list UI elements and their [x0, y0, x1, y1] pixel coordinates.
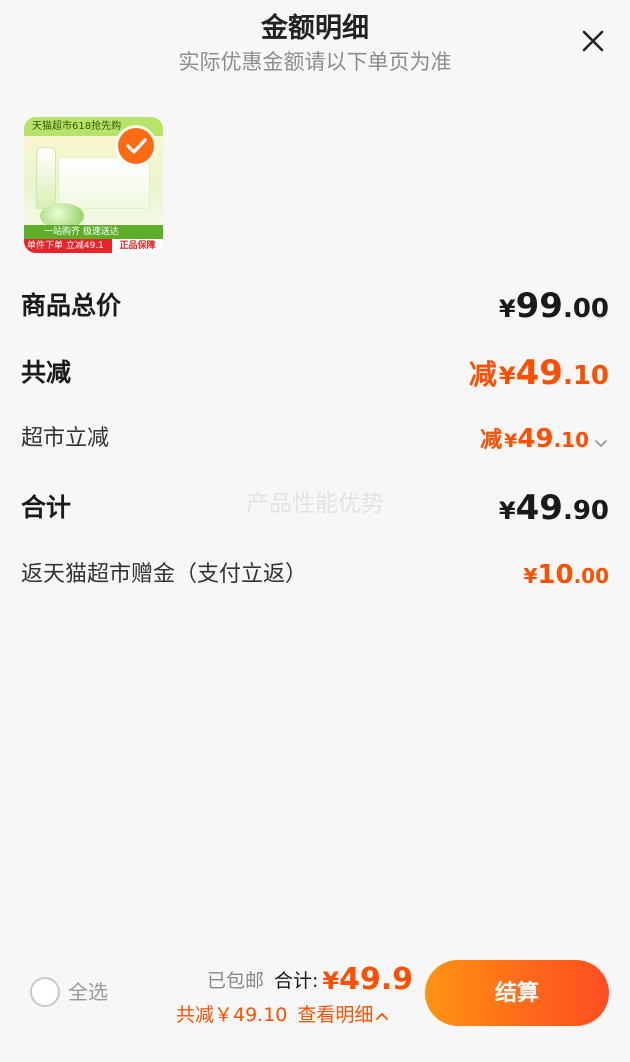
product-bottle-image [36, 147, 56, 209]
view-detail-link[interactable]: 查看明细 [297, 1000, 389, 1027]
sheet-title: 金额明细 [261, 13, 369, 44]
thumb-authentic-badge: 正品保障 [112, 239, 163, 253]
sheet-subtitle: 实际优惠金额请以下单页为准 [178, 50, 452, 74]
amount-integer: 10 [537, 560, 574, 590]
price-row-supermarket-discount[interactable]: 超市立减 减 ¥49.10 [21, 419, 609, 459]
close-button[interactable] [576, 24, 610, 58]
row-label: 返天猫超市赠金（支付立返） [21, 562, 308, 587]
row-amount: ¥49.90 [499, 488, 609, 534]
amount-integer: 49 [515, 353, 563, 393]
amount-integer: 99 [515, 286, 563, 326]
currency-symbol: ¥ [498, 497, 516, 525]
discount-prefix: 减 [468, 358, 497, 391]
select-all-label: 全选 [68, 980, 108, 1004]
view-detail-label: 查看明细 [297, 1004, 374, 1026]
row-amount: 减¥49.10 [469, 353, 609, 399]
row-label: 商品总价 [21, 291, 122, 320]
amount-decimal: .10 [562, 361, 609, 391]
discount-text: 共减￥49.10 [176, 1004, 288, 1026]
currency-symbol: ¥ [523, 564, 538, 588]
price-row-subtotal: 合计 ¥49.90 [21, 488, 609, 528]
close-icon [582, 30, 604, 52]
discount-summary: 共减￥49.10 查看明细 [176, 1000, 389, 1026]
chevron-down-icon[interactable] [593, 435, 609, 451]
thumb-promo: 单件下单 立减49.1元 [24, 239, 112, 253]
row-amount: 减¥49.10 [480, 419, 609, 462]
total-label: 合计: [274, 970, 319, 992]
row-amount: ¥10.00 [523, 555, 609, 598]
price-row-total-discount: 共减 减¥49.10 [21, 353, 609, 393]
chevron-up-icon [376, 1012, 389, 1020]
price-row-cashback: 返天猫超市赠金（支付立返） ¥10.00 [21, 555, 609, 595]
free-shipping-label: 已包邮 [207, 970, 265, 992]
row-label: 合计 [21, 493, 72, 522]
total-value: 49.9 [339, 962, 414, 997]
checkout-button[interactable]: 结算 [425, 960, 609, 1026]
amount-integer: 49 [517, 424, 554, 454]
thumb-slogan: 一站购齐 极速送达 [24, 225, 163, 239]
total-summary: 已包邮 合计: ¥49.9 [207, 962, 413, 1000]
sheet-header: 金额明细 实际优惠金额请以下单页为准 [0, 0, 630, 90]
row-amount: ¥99.00 [499, 286, 609, 332]
price-row-goods-total: 商品总价 ¥99.00 [21, 286, 609, 326]
product-box-image [58, 157, 150, 209]
amount-decimal: .90 [562, 496, 609, 526]
amount-detail-sheet: 金额明细 实际优惠金额请以下单页为准 天猫超市618抢先购 一站购齐 极速送达 … [0, 0, 630, 1062]
row-label: 超市立减 [21, 426, 110, 451]
checkout-bar: 全选 已包邮 合计: ¥49.9 共减￥49.10 查看明细 结算 [0, 950, 630, 1062]
currency-symbol: ¥ [504, 430, 518, 452]
currency-symbol: ¥ [322, 967, 340, 995]
amount-decimal: .10 [553, 428, 589, 452]
row-label: 共减 [21, 358, 72, 387]
amount-decimal: .00 [573, 564, 609, 588]
amount-decimal: .00 [562, 294, 609, 324]
total-amount: ¥49.9 [322, 962, 413, 997]
discount-prefix: 减 [480, 428, 503, 453]
amount-integer: 49 [515, 488, 563, 528]
check-icon [126, 138, 147, 154]
currency-symbol: ¥ [498, 295, 516, 323]
currency-symbol: ¥ [498, 362, 516, 390]
select-all-radio[interactable] [30, 977, 60, 1007]
selected-check-badge[interactable] [118, 128, 154, 164]
